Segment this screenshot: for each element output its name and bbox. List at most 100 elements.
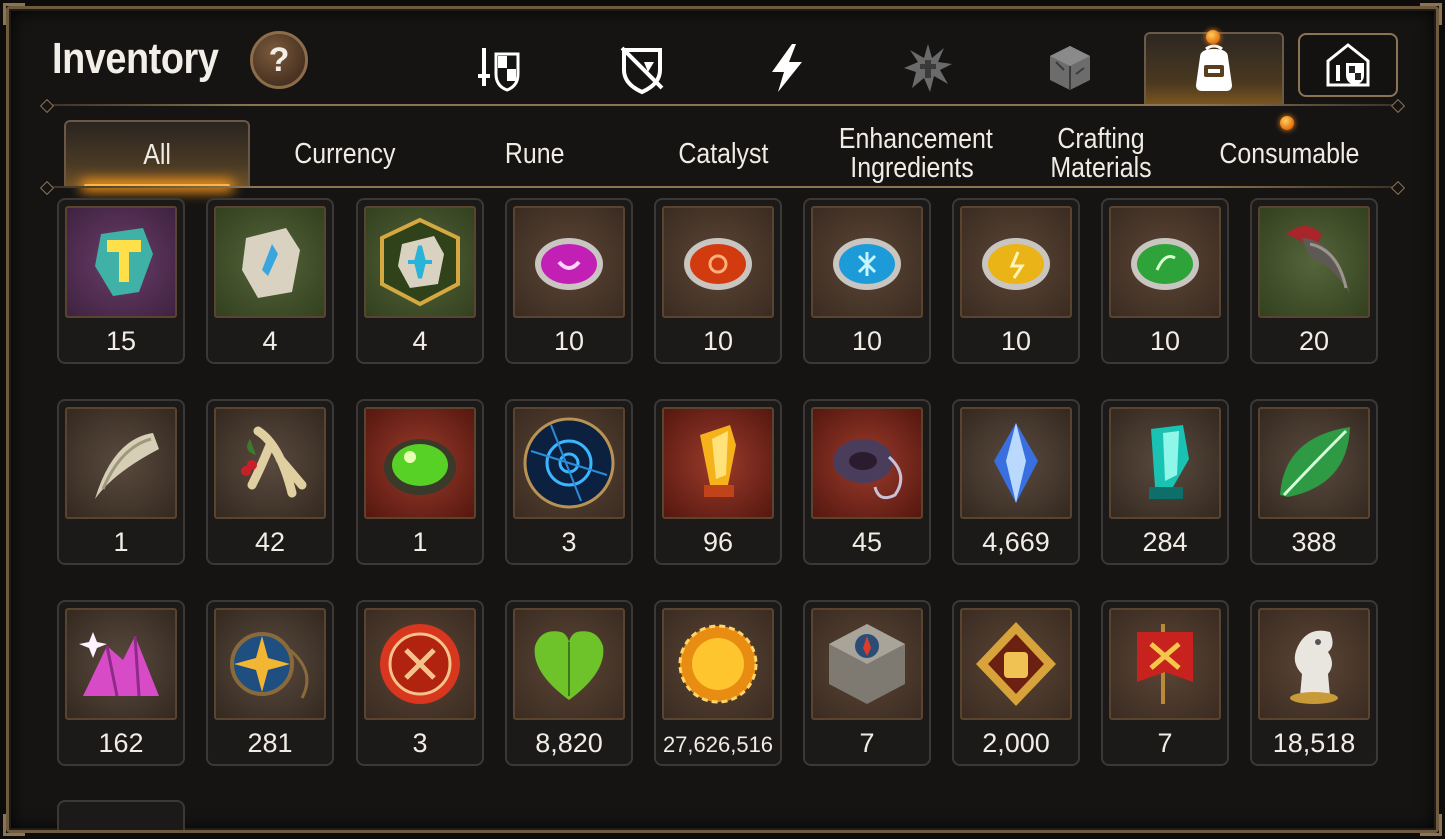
item-quantity: 4 bbox=[262, 326, 278, 356]
tab-crafting-materials[interactable]: Crafting Materials bbox=[1008, 120, 1194, 188]
item-slot[interactable]: 7 bbox=[1101, 600, 1229, 766]
item-slot[interactable]: 18,518 bbox=[1250, 600, 1378, 766]
item-slot[interactable]: 3 bbox=[505, 399, 633, 565]
item-slot[interactable]: 162 bbox=[57, 600, 185, 766]
item-slot[interactable]: 10 bbox=[505, 198, 633, 364]
item-slot[interactable]: 10 bbox=[654, 198, 782, 364]
red-seal-icon bbox=[364, 608, 476, 720]
guild-storage-icon bbox=[1326, 43, 1370, 87]
item-slot[interactable]: 45 bbox=[803, 399, 931, 565]
item-quantity: 96 bbox=[702, 527, 734, 557]
item-slot[interactable]: 7 bbox=[803, 600, 931, 766]
amulet-ring-icon bbox=[811, 407, 923, 519]
item-quantity: 2,000 bbox=[982, 728, 1050, 758]
item-quantity: 1 bbox=[412, 527, 428, 557]
tab-rune[interactable]: Rune bbox=[442, 120, 628, 188]
item-quantity: 388 bbox=[1291, 527, 1337, 557]
tab-currency[interactable]: Currency bbox=[252, 120, 438, 188]
tab-hero-gear[interactable] bbox=[430, 32, 570, 104]
green-gem-icon bbox=[1109, 206, 1221, 318]
lightning-icon bbox=[772, 44, 802, 92]
banner-flag-icon bbox=[1109, 608, 1221, 720]
item-slot[interactable]: 1 bbox=[57, 399, 185, 565]
item-quantity: 10 bbox=[702, 326, 734, 356]
item-slot[interactable]: 96 bbox=[654, 399, 782, 565]
item-quantity: 18,518 bbox=[1272, 728, 1356, 758]
item-quantity: 162 bbox=[98, 728, 144, 758]
tab-splatter[interactable] bbox=[858, 32, 998, 104]
item-quantity: 1 bbox=[113, 527, 129, 557]
green-heart-icon bbox=[513, 608, 625, 720]
consumable-notification-dot bbox=[1280, 116, 1294, 130]
item-quantity: 10 bbox=[1000, 326, 1032, 356]
backpack-notification-dot bbox=[1206, 30, 1220, 44]
item-slot[interactable]: 27,626,516 bbox=[654, 600, 782, 766]
tab-cube[interactable] bbox=[1000, 32, 1140, 104]
cube-icon bbox=[1050, 46, 1090, 90]
item-slot[interactable]: 42 bbox=[206, 399, 334, 565]
item-slot-partial[interactable] bbox=[57, 800, 185, 830]
root-icon bbox=[214, 407, 326, 519]
page-title: Inventory bbox=[52, 34, 219, 83]
item-quantity: 45 bbox=[851, 527, 883, 557]
item-slot[interactable]: 10 bbox=[803, 198, 931, 364]
item-slot[interactable]: 284 bbox=[1101, 399, 1229, 565]
tab-all[interactable]: All bbox=[64, 120, 250, 188]
tab-shield[interactable] bbox=[572, 32, 712, 104]
item-quantity: 42 bbox=[254, 527, 286, 557]
item-quantity: 10 bbox=[851, 326, 883, 356]
item-slot[interactable]: 2,000 bbox=[952, 600, 1080, 766]
tabs-divider bbox=[46, 186, 1399, 188]
splatter-icon bbox=[904, 44, 952, 92]
item-slot[interactable]: 4 bbox=[206, 198, 334, 364]
item-slot[interactable]: 4 bbox=[356, 198, 484, 364]
item-quantity: 8,820 bbox=[535, 728, 603, 758]
item-quantity: 3 bbox=[412, 728, 428, 758]
item-slot[interactable]: 10 bbox=[952, 198, 1080, 364]
rune-stone-icon bbox=[214, 206, 326, 318]
item-quantity: 281 bbox=[247, 728, 293, 758]
tab-guild-storage[interactable] bbox=[1298, 33, 1398, 97]
tab-lightning[interactable] bbox=[716, 32, 856, 104]
yellow-gem-icon bbox=[960, 206, 1072, 318]
leaf-icon bbox=[1258, 407, 1370, 519]
item-slot[interactable]: 388 bbox=[1250, 399, 1378, 565]
red-gem-icon bbox=[662, 206, 774, 318]
pink-gem-icon bbox=[513, 206, 625, 318]
item-quantity: 7 bbox=[1157, 728, 1173, 758]
item-slot[interactable]: 20 bbox=[1250, 198, 1378, 364]
shield-broken-icon bbox=[620, 46, 664, 95]
item-slot[interactable]: 15 bbox=[57, 198, 185, 364]
tab-enhancement-ingredients[interactable]: Enhancement Ingredients bbox=[818, 120, 1006, 188]
fist-emblem-icon bbox=[960, 608, 1072, 720]
green-orb-icon bbox=[364, 407, 476, 519]
fang-icon bbox=[65, 407, 177, 519]
blue-gem-icon bbox=[811, 206, 923, 318]
item-slot[interactable]: 3 bbox=[356, 600, 484, 766]
teal-crystal-icon bbox=[1109, 407, 1221, 519]
item-quantity: 27,626,516 bbox=[662, 732, 774, 757]
item-slot[interactable]: 1 bbox=[356, 399, 484, 565]
item-quantity: 15 bbox=[105, 326, 137, 356]
item-quantity: 10 bbox=[1149, 326, 1181, 356]
item-quantity: 284 bbox=[1142, 527, 1188, 557]
item-slot[interactable]: 4,669 bbox=[952, 399, 1080, 565]
backpack-icon bbox=[1196, 44, 1232, 91]
item-quantity: 7 bbox=[859, 728, 875, 758]
item-quantity: 10 bbox=[553, 326, 585, 356]
portal-disc-icon bbox=[513, 407, 625, 519]
hero-gear-icon bbox=[478, 48, 520, 92]
compass-stone-icon bbox=[811, 608, 923, 720]
item-quantity: 20 bbox=[1298, 326, 1330, 356]
tab-consumable[interactable]: Consumable bbox=[1196, 120, 1382, 188]
help-button[interactable]: ? bbox=[250, 31, 308, 89]
claw-icon bbox=[1258, 206, 1370, 318]
item-slot[interactable]: 10 bbox=[1101, 198, 1229, 364]
star-amulet-icon bbox=[214, 608, 326, 720]
blue-crystal-icon bbox=[960, 407, 1072, 519]
item-slot[interactable]: 8,820 bbox=[505, 600, 633, 766]
item-slot[interactable]: 281 bbox=[206, 600, 334, 766]
item-quantity: 4,669 bbox=[982, 527, 1050, 557]
pink-ore-icon bbox=[65, 608, 177, 720]
tab-catalyst[interactable]: Catalyst bbox=[630, 120, 816, 188]
